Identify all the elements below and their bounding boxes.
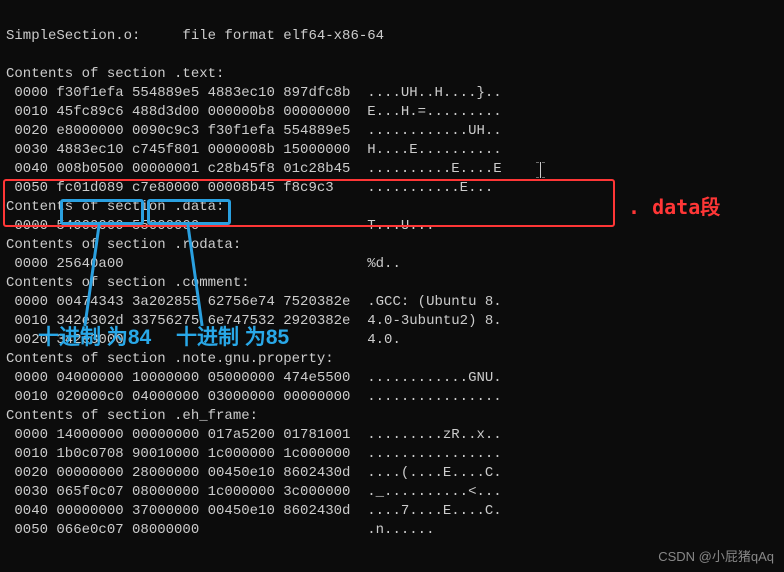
hex-row: 0020 00000000 28000000 00450e10 8602430d… (6, 465, 502, 481)
hex-row: 0000 14000000 00000000 017a5200 01781001… (6, 427, 502, 443)
section-comment-title: Contents of section .comment: (6, 275, 250, 291)
file-header: SimpleSection.o: file format elf64-x86-6… (6, 28, 384, 44)
hex-row: 0030 4883ec10 c745f801 0000008b 15000000… (6, 142, 502, 158)
watermark: CSDN @小屁猪qAq (658, 547, 774, 566)
hex-row: 0000 54000000 55000000 T...U... (6, 218, 434, 234)
section-property-title: Contents of section .note.gnu.property: (6, 351, 334, 367)
section-text-title: Contents of section .text: (6, 66, 224, 82)
hex-row: 0030 065f0c07 08000000 1c000000 3c000000… (6, 484, 502, 500)
section-rodata-title: Contents of section .rodata: (6, 237, 241, 253)
hex-row: 0040 00000000 37000000 00450e10 8602430d… (6, 503, 502, 519)
terminal-output: SimpleSection.o: file format elf64-x86-6… (0, 0, 784, 548)
hex-row: 0000 04000000 10000000 05000000 474e5500… (6, 370, 502, 386)
hex-row: 0010 342e302d 33756275 6e747532 2920382e… (6, 313, 502, 329)
hex-row: 0010 1b0c0708 90010000 1c000000 1c000000… (6, 446, 502, 462)
hex-row: 0020 342e3000 4.0. (6, 332, 401, 348)
hex-row: 0010 020000c0 04000000 03000000 00000000… (6, 389, 502, 405)
hex-row: 0010 45fc89c6 488d3d00 000000b8 00000000… (6, 104, 502, 120)
hex-row: 0050 066e0c07 08000000 .n...... (6, 522, 434, 538)
hex-row: 0040 008b0500 00000001 c28b45f8 01c28b45… (6, 161, 502, 177)
section-ehframe-title: Contents of section .eh_frame: (6, 408, 258, 424)
hex-row: 0050 fc01d089 c7e80000 00008b45 f8c9c3 .… (6, 180, 493, 196)
hex-row: 0000 f30f1efa 554889e5 4883ec10 897dfc8b… (6, 85, 502, 101)
hex-row: 0000 25640a00 %d.. (6, 256, 401, 272)
hex-row: 0020 e8000000 0090c9c3 f30f1efa 554889e5… (6, 123, 502, 139)
section-data-title: Contents of section .data: (6, 199, 224, 215)
hex-row: 0000 00474343 3a202855 62756e74 7520382e… (6, 294, 502, 310)
